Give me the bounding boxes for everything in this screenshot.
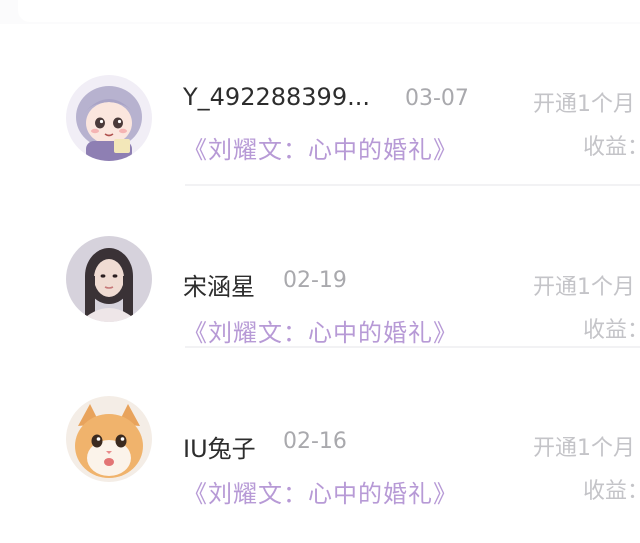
list-item[interactable]: 宋涵星 02-19 《刘耀文：心中的婚礼》 开通1个月 收益：	[0, 186, 640, 348]
subscription-date: 02-19	[283, 268, 347, 293]
username: IU兔子	[183, 435, 256, 463]
income-label: 收益：	[583, 318, 640, 343]
top-strip-bar	[18, 0, 640, 22]
plan-text: 开通1个月	[533, 275, 635, 300]
work-title[interactable]: 《刘耀文：心中的婚礼》	[183, 130, 458, 165]
plan-text: 开通1个月	[533, 436, 635, 461]
subscription-date: 02-16	[283, 429, 347, 454]
girl-photo-avatar[interactable]	[66, 236, 152, 322]
username: Y_492288399...	[183, 83, 370, 111]
top-strip	[0, 0, 640, 25]
income-label: 收益：	[583, 479, 640, 504]
username: 宋涵星	[183, 273, 255, 301]
cat-photo-avatar[interactable]	[66, 396, 152, 482]
subscription-date: 03-07	[405, 86, 469, 111]
work-title[interactable]: 《刘耀文：心中的婚礼》	[183, 474, 458, 509]
list-item[interactable]: Y_492288399... 03-07 《刘耀文：心中的婚礼》 开通1个月 收…	[0, 24, 640, 186]
subscription-list: Y_492288399... 03-07 《刘耀文：心中的婚礼》 开通1个月 收…	[0, 24, 640, 543]
list-item[interactable]: IU兔子 02-16 《刘耀文：心中的婚礼》 开通1个月 收益：	[0, 347, 640, 509]
income-label: 收益：	[583, 135, 640, 160]
plan-text: 开通1个月	[533, 92, 635, 117]
work-title[interactable]: 《刘耀文：心中的婚礼》	[183, 313, 458, 348]
anime-girl-avatar[interactable]	[66, 75, 152, 161]
